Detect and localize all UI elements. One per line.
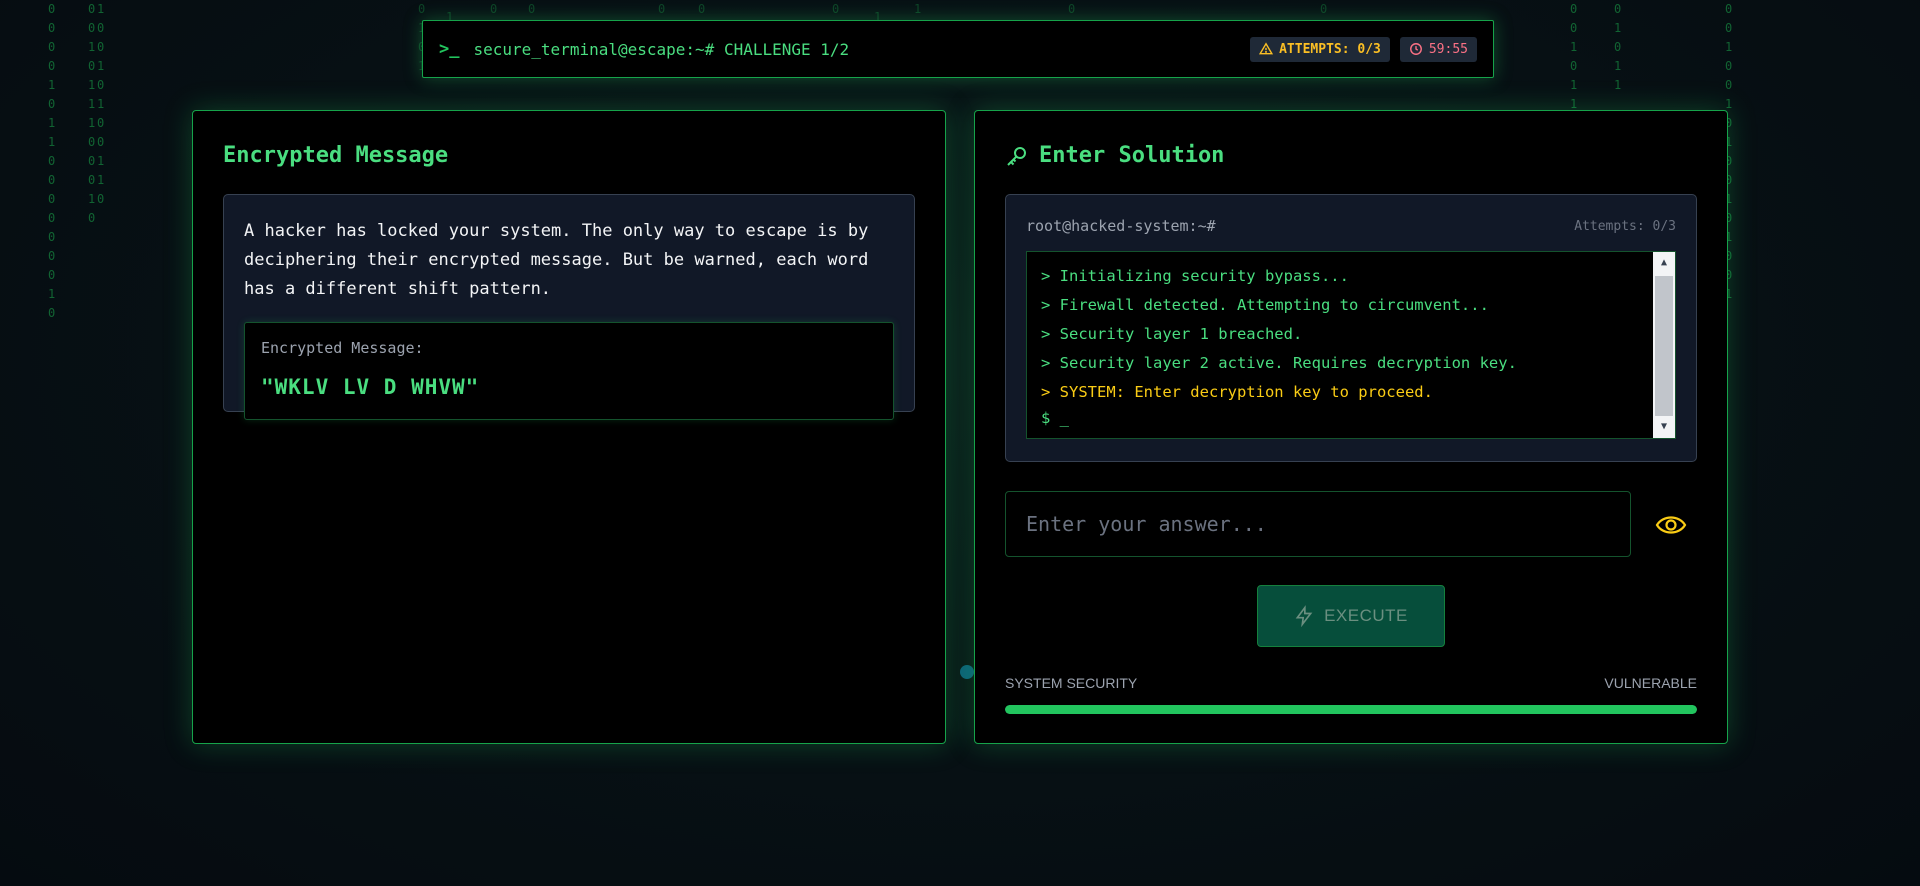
matrix-rain-column: 0 0 1 0 1 1 1 0 0 0 1 0 — [88, 2, 96, 225]
security-progress-fill — [1005, 705, 1697, 714]
terminal-line: > Initializing security bypass... — [1041, 267, 1349, 285]
key-icon — [1007, 146, 1026, 166]
terminal-line: > Security layer 1 breached. — [1041, 325, 1303, 343]
scrollbar-thumb[interactable] — [1655, 276, 1673, 416]
terminal-output[interactable]: > Initializing security bypass... > Fire… — [1026, 251, 1676, 439]
scroll-up-arrow-icon[interactable]: ▲ — [1653, 252, 1675, 274]
cipher-label: Encrypted Message: — [261, 339, 424, 357]
security-status: VULNERABLE — [1604, 675, 1697, 691]
eye-icon[interactable] — [1655, 511, 1687, 539]
attempts-badge: ATTEMPTS: 0/3 — [1250, 36, 1390, 62]
matrix-rain-column: 0 0 0 0 1 0 1 1 0 0 0 0 0 0 0 1 0 — [48, 2, 56, 320]
panel-heading: Encrypted Message — [223, 143, 448, 168]
clock-icon — [1409, 43, 1422, 55]
terminal-header-bar: >_ secure_terminal@escape:~# CHALLENGE 1… — [422, 20, 1494, 78]
panel-heading: Enter Solution — [1005, 143, 1224, 168]
terminal-scrollbar[interactable]: ▲ ▼ — [1653, 252, 1675, 438]
attempts-badge-label: ATTEMPTS: 0/3 — [1279, 41, 1381, 57]
matrix-rain-column: 0 0 1 0 1 1 — [1570, 2, 1578, 111]
terminal-line-system: > SYSTEM: Enter decryption key to procee… — [1041, 383, 1433, 401]
matrix-rain-column: 0 1 0 1 1 — [1614, 2, 1622, 92]
terminal-cursor: $ _ — [1041, 409, 1069, 427]
execute-button[interactable]: EXECUTE — [1257, 585, 1445, 647]
terminal-prompt-icon: >_ — [439, 39, 460, 59]
terminal-window: root@hacked-system:~# Attempts: 0/3 > In… — [1005, 194, 1697, 462]
terminal-host: root@hacked-system:~# — [1026, 217, 1216, 235]
security-label: SYSTEM SECURITY — [1005, 675, 1138, 691]
story-card: A hacker has locked your system. The onl… — [223, 194, 915, 420]
solution-panel: Enter Solution root@hacked-system:~# Att… — [974, 110, 1728, 744]
execute-button-label: EXECUTE — [1324, 606, 1408, 625]
status-dot — [960, 665, 974, 679]
encrypted-message-panel: Encrypted Message A hacker has locked yo… — [192, 110, 946, 744]
challenge-title: secure_terminal@escape:~# CHALLENGE 1/2 — [473, 39, 850, 59]
security-progress-bar — [1005, 705, 1697, 714]
cipher-box: Encrypted Message: "WKLV LV D WHVW" — [244, 322, 894, 420]
timer-value: 59:55 — [1428, 41, 1468, 57]
warning-triangle-icon — [1259, 42, 1274, 55]
terminal-line: > Security layer 2 active. Requires decr… — [1041, 354, 1517, 372]
panel-heading-text: Enter Solution — [1039, 143, 1225, 168]
timer-badge: 59:55 — [1399, 36, 1477, 62]
answer-input[interactable] — [1005, 491, 1631, 557]
matrix-rain-column: 1 0 0 1 0 1 0 0 1 1 0 — [97, 2, 105, 206]
lightning-icon — [1295, 605, 1313, 627]
terminal-line: > Firewall detected. Attempting to circu… — [1041, 296, 1489, 314]
terminal-attempts: Attempts: 0/3 — [1574, 219, 1676, 234]
cipher-text: "WKLV LV D WHVW" — [261, 375, 480, 399]
story-text: A hacker has locked your system. The onl… — [244, 221, 869, 299]
panel-heading-text: Encrypted Message — [223, 143, 449, 168]
scroll-down-arrow-icon[interactable]: ▼ — [1653, 416, 1675, 438]
